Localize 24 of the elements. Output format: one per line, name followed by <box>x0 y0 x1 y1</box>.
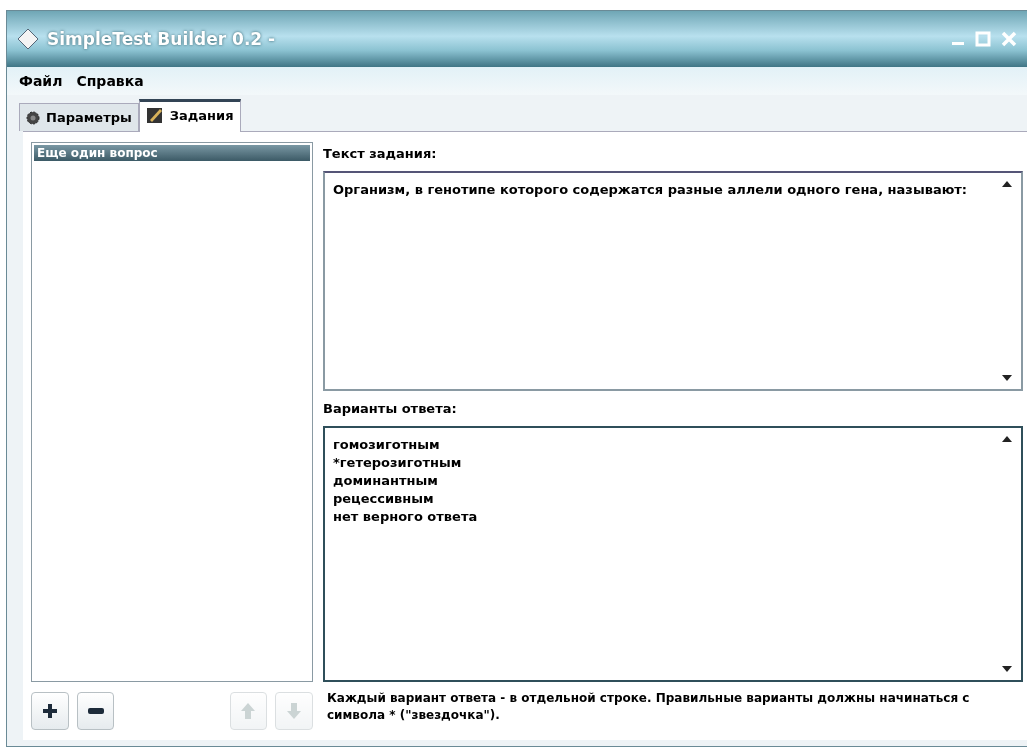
plus-icon <box>41 703 58 719</box>
window-title: SimpleTest Builder 0.2 - <box>47 29 277 49</box>
scroll-down-icon[interactable] <box>1002 666 1012 672</box>
scroll-up-icon[interactable] <box>1002 181 1012 187</box>
scroll-up-icon[interactable] <box>1002 436 1012 442</box>
question-text-field[interactable]: Организм, в генотипе которого содержатся разные аллели одного гена, называют: <box>323 171 1023 391</box>
hint-text: Каждый вариант ответа - в отдельной строке. Правильные варианты должны начинаться с символа * ("звездочка"). <box>326 690 971 724</box>
field-label: Варианты ответа: <box>323 400 458 418</box>
scroll-down-icon[interactable] <box>1002 375 1012 381</box>
question-item[interactable]: Еще один вопрос <box>34 145 310 161</box>
tab[interactable]: Задания <box>138 99 241 132</box>
notepad-pencil-icon <box>145 106 164 124</box>
gear-icon <box>26 110 40 125</box>
up-arrow-icon <box>240 702 257 720</box>
minus-icon <box>87 708 104 714</box>
tab[interactable]: Параметры <box>19 103 139 131</box>
answers-field[interactable]: гомозиготным *гетерозиготным доминантным рецессивным нет верного ответа <box>323 426 1023 682</box>
menu-item[interactable]: Файл <box>19 73 63 89</box>
down-arrow-icon <box>286 702 303 720</box>
app-logo-icon <box>17 28 39 50</box>
remove-button[interactable] <box>76 692 115 730</box>
add-button[interactable] <box>31 692 69 730</box>
menu-item[interactable]: Справка <box>76 73 144 89</box>
field-label: Текст задания: <box>323 145 438 163</box>
